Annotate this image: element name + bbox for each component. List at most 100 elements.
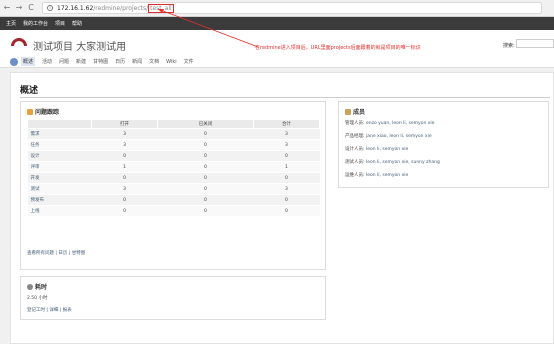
forward-icon[interactable]: →	[14, 3, 24, 13]
project-menu-icon[interactable]	[10, 57, 18, 66]
total-count[interactable]: 0	[253, 172, 320, 184]
issue-links[interactable]: 查看所有问题 | 日历 | 甘特图	[27, 250, 85, 256]
tracker-name[interactable]: 预发布	[27, 194, 92, 206]
table-row: 上线 0 0 0	[27, 205, 320, 217]
project-title: 测试项目 大家测试用	[33, 42, 127, 53]
clock-icon	[27, 283, 33, 290]
tab-calendar[interactable]: 日历	[115, 58, 125, 65]
issues-icon	[27, 108, 33, 115]
issue-table: 打开 已关闭 合计 需求 3 0 3 任务 3 0 3 设计 0 0 0 评审 …	[27, 119, 321, 217]
search-input[interactable]	[516, 39, 554, 48]
tracker-name[interactable]: 测试	[27, 183, 92, 195]
top-menu-my-page[interactable]: 我的工作台	[23, 20, 48, 27]
closed-count[interactable]: 0	[157, 194, 254, 206]
tab-documents[interactable]: 文档	[149, 58, 159, 65]
member-names[interactable]: enzo yuan, leon li, semyon xie	[366, 121, 434, 126]
closed-count[interactable]: 0	[157, 205, 254, 217]
time-links[interactable]: 登记工时 | 详细 | 报表	[27, 307, 72, 313]
closed-count[interactable]: 0	[157, 172, 254, 184]
member-row: 管理人员: enzo yuan, leon li, semyon xie	[345, 120, 434, 126]
time-tracking-heading: 耗时	[27, 282, 47, 291]
open-count[interactable]: 1	[91, 161, 158, 173]
tab-issues[interactable]: 问题	[59, 58, 69, 65]
tab-news[interactable]: 新闻	[132, 58, 142, 65]
page-title: 概述	[20, 86, 39, 96]
top-menu-projects[interactable]: 项目	[55, 20, 65, 27]
member-names[interactable]: jane xiao, leon li, semyon xie	[366, 134, 432, 139]
time-tracking-title: 耗时	[35, 284, 48, 291]
tab-gantt[interactable]: 甘特图	[93, 58, 108, 65]
open-count[interactable]: 3	[91, 183, 158, 195]
issue-col-closed: 已关闭	[157, 119, 254, 129]
back-icon[interactable]: ←	[2, 3, 12, 13]
total-count[interactable]: 3	[253, 128, 320, 140]
browser-toolbar: ← → C i 172.16.1.62 /redmine/projects/ t…	[0, 0, 554, 17]
member-row: 设计人员: leon li, semyon xie	[345, 146, 408, 152]
total-count[interactable]: 0	[253, 194, 320, 206]
tab-new-issue[interactable]: 新建	[76, 58, 86, 65]
member-names[interactable]: leon li, semyon xie, sunny zhang	[366, 160, 440, 165]
issue-col-total: 合计	[252, 119, 321, 129]
tracker-name[interactable]: 设计	[27, 150, 92, 162]
open-count[interactable]: 0	[91, 194, 158, 206]
main-content: 概述 问题跟踪 打开 已关闭 合计 需求 3 0 3 任务 3 0 3 设计 0…	[10, 72, 554, 344]
members-box: 成员 管理人员: enzo yuan, leon li, semyon xie …	[338, 101, 549, 188]
member-role: 测试人员:	[345, 160, 365, 165]
tab-overview[interactable]: 概述	[21, 57, 36, 66]
closed-count[interactable]: 0	[157, 128, 254, 140]
address-bar[interactable]: i 172.16.1.62 /redmine/projects/ test_al…	[42, 2, 542, 14]
issue-col-tracker	[27, 119, 92, 129]
open-count[interactable]: 3	[91, 128, 158, 140]
tracker-name[interactable]: 开发	[27, 172, 92, 184]
member-names[interactable]: leon li, semyon xie	[366, 147, 408, 152]
tab-activity[interactable]: 活动	[42, 58, 52, 65]
total-count[interactable]: 0	[253, 150, 320, 162]
table-row: 开发 0 0 0	[27, 172, 320, 184]
top-menu-home[interactable]: 主页	[6, 20, 16, 27]
total-count[interactable]: 3	[253, 139, 320, 151]
closed-count[interactable]: 0	[157, 183, 254, 195]
total-count[interactable]: 0	[253, 205, 320, 217]
total-count[interactable]: 3	[253, 183, 320, 195]
members-title: 成员	[353, 109, 366, 116]
url-host: 172.16.1.62	[57, 4, 94, 12]
issue-tracking-title: 问题跟踪	[35, 109, 60, 116]
member-role: 设计人员:	[345, 147, 365, 152]
tab-wiki[interactable]: Wiki	[166, 59, 177, 65]
tracker-name[interactable]: 需求	[27, 128, 92, 140]
spent-hours: 2.50 小时	[27, 296, 48, 301]
table-row: 测试 3 0 3	[27, 183, 320, 195]
table-row: 任务 3 0 3	[27, 139, 320, 151]
tracker-name[interactable]: 评审	[27, 161, 92, 173]
url-path: /redmine/projects/	[93, 4, 149, 12]
closed-count[interactable]: 0	[157, 139, 254, 151]
issue-col-open: 打开	[90, 119, 159, 129]
members-heading: 成员	[345, 107, 365, 116]
table-row: 评审 1 0 1	[27, 161, 320, 173]
table-row: 设计 0 0 0	[27, 150, 320, 162]
tracker-name[interactable]: 任务	[27, 139, 92, 151]
member-role: 产品经理:	[345, 134, 365, 139]
reload-icon[interactable]: C	[26, 3, 36, 13]
open-count[interactable]: 3	[91, 139, 158, 151]
url-identifier-highlight: test_all	[148, 3, 174, 13]
redmine-logo-icon	[11, 38, 27, 46]
member-row: 测试人员: leon li, semyon xie, sunny zhang	[345, 159, 440, 165]
info-icon[interactable]: i	[47, 5, 53, 11]
top-menu: 主页 我的工作台 项目 帮助	[0, 17, 554, 30]
project-header: 测试项目 大家测试用 搜索:	[0, 30, 554, 56]
top-menu-help[interactable]: 帮助	[72, 20, 82, 27]
closed-count[interactable]: 0	[157, 161, 254, 173]
title-divider	[20, 97, 550, 98]
tab-files[interactable]: 文件	[184, 58, 194, 65]
issue-tracking-heading: 问题跟踪	[27, 107, 59, 116]
closed-count[interactable]: 0	[157, 150, 254, 162]
total-count[interactable]: 1	[253, 161, 320, 173]
member-names[interactable]: leon li, semyon xie	[366, 173, 408, 178]
open-count[interactable]: 0	[91, 172, 158, 184]
open-count[interactable]: 0	[91, 205, 158, 217]
member-row: 运维人员: leon li, semyon xie	[345, 172, 408, 178]
issue-tracking-box: 问题跟踪 打开 已关闭 合计 需求 3 0 3 任务 3 0 3 设计 0 0 …	[20, 101, 326, 270]
tracker-name[interactable]: 上线	[27, 205, 92, 217]
open-count[interactable]: 0	[91, 150, 158, 162]
